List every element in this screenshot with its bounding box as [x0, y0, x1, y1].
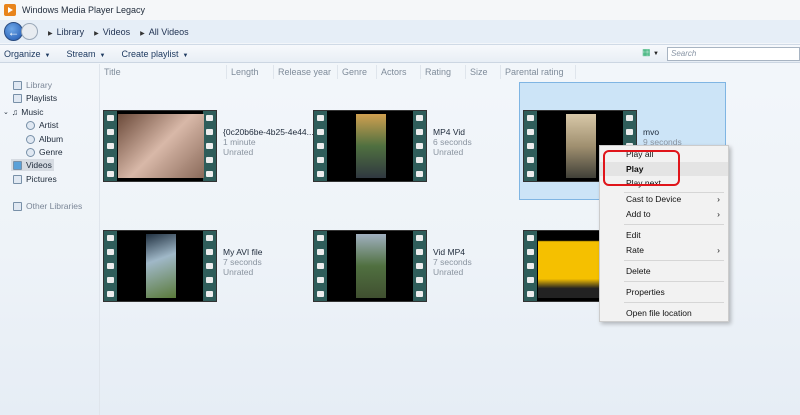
video-thumbnail[interactable] [313, 110, 427, 182]
video-rating[interactable]: Unrated [433, 147, 472, 157]
video-frame [118, 114, 204, 178]
breadcrumb-videos[interactable]: ▶ Videos [94, 27, 130, 37]
film-strip [413, 111, 426, 181]
video-thumbnail[interactable] [313, 230, 427, 302]
video-title[interactable]: mvo [643, 127, 682, 137]
video-info: Vid MP4 7 seconds Unrated [433, 247, 472, 277]
column-length[interactable]: Length [227, 65, 274, 79]
pictures-icon [13, 174, 22, 184]
menu-item-delete[interactable]: Delete [600, 264, 728, 278]
video-frame [146, 234, 176, 298]
artist-icon [26, 120, 35, 130]
video-length: 6 seconds [433, 137, 472, 147]
sidebar-item-genre[interactable]: Genre [26, 147, 63, 157]
sidebar-item-music[interactable]: ⌄ ♫ Music [3, 107, 43, 117]
film-strip [314, 231, 327, 301]
video-frame [356, 234, 386, 298]
sidebar-item-playlists[interactable]: Playlists [13, 93, 57, 103]
video-title[interactable]: My AVI file [223, 247, 263, 257]
sidebar-item-library[interactable]: Library [13, 80, 52, 90]
menu-item-cast-to-device[interactable]: Cast to Device › [600, 192, 728, 206]
organize-button[interactable]: Organize ▼ [4, 49, 50, 59]
create-playlist-button[interactable]: Create playlist ▼ [121, 49, 188, 59]
column-title[interactable]: Title [100, 65, 227, 79]
column-size[interactable]: Size [466, 65, 501, 79]
chevron-down-icon[interactable]: ⌄ [3, 108, 9, 116]
video-frame [566, 114, 596, 178]
music-icon: ♫ [11, 107, 19, 117]
genre-icon [26, 147, 35, 157]
column-actors[interactable]: Actors [377, 65, 421, 79]
video-rating[interactable]: Unrated [223, 147, 314, 157]
chevron-right-icon: › [717, 245, 720, 255]
column-headers: Title Length Release year Genre Actors R… [100, 64, 800, 80]
film-strip [104, 111, 117, 181]
sidebar-item-pictures[interactable]: Pictures [13, 174, 57, 184]
column-rating[interactable]: Rating [421, 65, 466, 79]
video-thumbnail[interactable] [103, 230, 217, 302]
video-title[interactable]: {0c20b6be-4b25-4e44... [223, 127, 314, 137]
film-strip [203, 111, 216, 181]
menu-divider [624, 302, 724, 303]
video-title[interactable]: MP4 Vid [433, 127, 472, 137]
forward-button[interactable] [21, 23, 38, 40]
title-bar: Windows Media Player Legacy [0, 0, 800, 20]
sidebar-item-artist[interactable]: Artist [26, 120, 58, 130]
menu-divider [624, 260, 724, 261]
video-info: My AVI file 7 seconds Unrated [223, 247, 263, 277]
album-icon [26, 134, 35, 144]
sidebar: Library Playlists ⌄ ♫ Music Artist Album G… [0, 64, 100, 415]
video-icon [13, 160, 22, 170]
video-title[interactable]: Vid MP4 [433, 247, 472, 257]
annotation-highlight-box [603, 150, 680, 186]
film-strip [314, 111, 327, 181]
menu-item-edit[interactable]: Edit [600, 228, 728, 242]
sidebar-item-album[interactable]: Album [26, 134, 63, 144]
search-input[interactable]: Search [667, 47, 800, 61]
film-strip [203, 231, 216, 301]
video-thumbnail[interactable] [103, 110, 217, 182]
column-parental-rating[interactable]: Parental rating [501, 65, 576, 79]
playlist-icon [13, 93, 22, 103]
menu-item-open-file-location[interactable]: Open file location [600, 306, 728, 320]
video-length: 1 minute [223, 137, 256, 147]
menu-item-properties[interactable]: Properties [600, 285, 728, 299]
app-icon [4, 4, 16, 16]
video-info: MP4 Vid 6 seconds Unrated [433, 127, 472, 157]
menu-divider [624, 281, 724, 282]
stream-button[interactable]: Stream ▼ [66, 49, 105, 59]
chevron-right-icon: › [717, 209, 720, 219]
breadcrumb-all-videos[interactable]: ▶ All Videos [140, 27, 188, 37]
menu-divider [624, 224, 724, 225]
column-genre[interactable]: Genre [338, 65, 377, 79]
view-options-button[interactable]: ▦ ▼ [642, 47, 659, 58]
menu-item-rate[interactable]: Rate › [600, 243, 728, 257]
film-strip [524, 231, 537, 301]
sidebar-item-videos[interactable]: Videos [11, 159, 54, 171]
window-title: Windows Media Player Legacy [22, 5, 146, 15]
video-info: mvo 9 seconds [643, 127, 682, 147]
film-strip [413, 231, 426, 301]
menu-item-add-to[interactable]: Add to › [600, 207, 728, 221]
video-rating[interactable]: Unrated [433, 267, 472, 277]
chevron-right-icon: › [717, 194, 720, 204]
video-info: {0c20b6be-4b25-4e44... 1 minute Unrated [223, 127, 314, 157]
library-icon [13, 80, 22, 90]
video-length: 7 seconds [223, 257, 262, 267]
breadcrumb-library[interactable]: ▶ Library [48, 27, 84, 37]
video-rating[interactable]: Unrated [223, 267, 263, 277]
sidebar-item-other-libraries[interactable]: Other Libraries [13, 201, 82, 211]
video-length: 7 seconds [433, 257, 472, 267]
column-release-year[interactable]: Release year [274, 65, 338, 79]
other-libraries-icon [13, 201, 22, 211]
film-strip [524, 111, 537, 181]
nav-bar: ← ▶ Library ▶ Videos ▶ All Videos [0, 20, 800, 43]
video-frame [356, 114, 386, 178]
film-strip [104, 231, 117, 301]
